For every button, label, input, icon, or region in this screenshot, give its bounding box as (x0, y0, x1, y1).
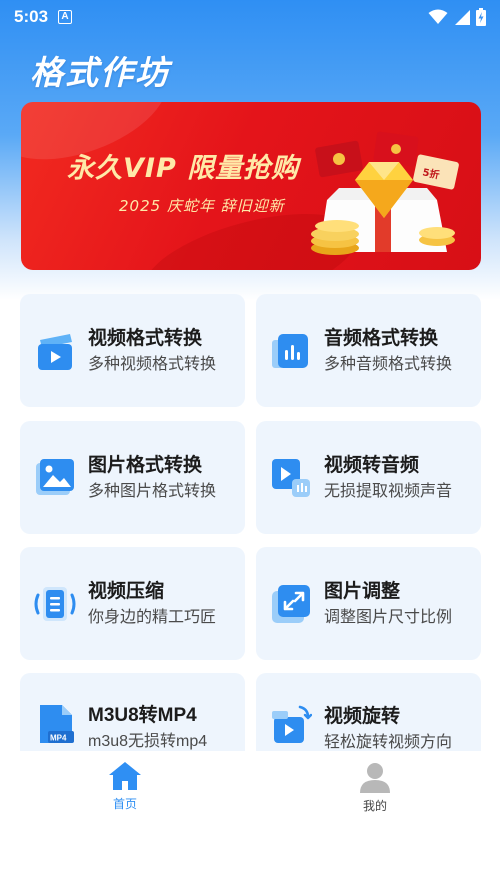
tool-desc: 无损提取视频声音 (324, 480, 453, 500)
tool-desc: 你身边的精工巧匠 (88, 606, 217, 626)
tool-title: 图片调整 (324, 579, 401, 602)
mp4-file-icon: MP4 (40, 705, 74, 743)
vip-promo-banner[interactable]: 永久VIP 限量抢购 2025 庆蛇年 辞旧迎新 5折 (21, 102, 481, 270)
wifi-icon (428, 9, 448, 24)
tool-title: M3U8转MP4 (88, 705, 197, 726)
bottom-nav: 首页 我的 (0, 751, 500, 888)
nav-mine[interactable]: 我的 (315, 761, 435, 814)
nav-mine-label: 我的 (362, 799, 387, 813)
video-file-icon (38, 333, 72, 370)
nav-home[interactable]: 首页 (65, 761, 185, 812)
home-icon (109, 762, 141, 790)
battery-charging-icon (476, 8, 486, 26)
compress-icon (34, 586, 76, 621)
rotate-video-icon (272, 705, 312, 743)
gift-box-illustration: 5折 (311, 131, 459, 255)
tool-card-video-convert[interactable]: 视频格式转换 多种视频格式转换 (20, 294, 245, 407)
status-bar: 5:03 A (0, 0, 500, 34)
svg-text:MP4: MP4 (50, 734, 67, 743)
tool-card-video-compress[interactable]: 视频压缩 你身边的精工巧匠 (20, 547, 245, 660)
tool-card-audio-convert[interactable]: 音频格式转换 多种音频格式转换 (256, 294, 481, 407)
tool-card-video-rotate[interactable]: 视频旋转 轻松旋转视频方向 (256, 673, 481, 751)
tool-desc: 多种图片格式转换 (88, 480, 217, 500)
app-title: 格式作坊 (30, 53, 170, 92)
user-icon (360, 763, 390, 793)
status-time: 5:03 (14, 7, 49, 26)
tool-card-image-resize[interactable]: 图片调整 调整图片尺寸比例 (256, 547, 481, 660)
tool-card-m3u8-to-mp4[interactable]: MP4 M3U8转MP4 m3u8无损转mp4 (20, 673, 245, 751)
tool-desc: 调整图片尺寸比例 (324, 606, 453, 626)
audio-file-icon (272, 333, 308, 368)
tool-title: 视频格式转换 (88, 326, 203, 349)
banner-title: 永久VIP 限量抢购 (67, 153, 300, 184)
image-file-icon (36, 458, 74, 495)
a-icon: A (58, 10, 73, 24)
tool-title: 音频格式转换 (324, 326, 439, 349)
tool-title: 图片格式转换 (88, 453, 203, 476)
tool-card-image-convert[interactable]: 图片格式转换 多种图片格式转换 (20, 421, 245, 534)
tool-title: 视频压缩 (88, 579, 165, 602)
status-icons (428, 8, 486, 26)
tool-title: 视频转音频 (324, 453, 420, 476)
video-to-audio-icon (272, 458, 310, 497)
nav-home-label: 首页 (112, 797, 137, 811)
tool-desc: 多种音频格式转换 (324, 353, 453, 373)
tool-desc: 多种视频格式转换 (88, 353, 217, 373)
banner-subtitle: 2025 庆蛇年 辞旧迎新 (119, 197, 285, 215)
tool-card-video-to-audio[interactable]: 视频转音频 无损提取视频声音 (256, 421, 481, 534)
resize-icon (272, 584, 310, 623)
signal-icon (455, 10, 470, 25)
tool-title: 视频旋转 (324, 705, 401, 727)
